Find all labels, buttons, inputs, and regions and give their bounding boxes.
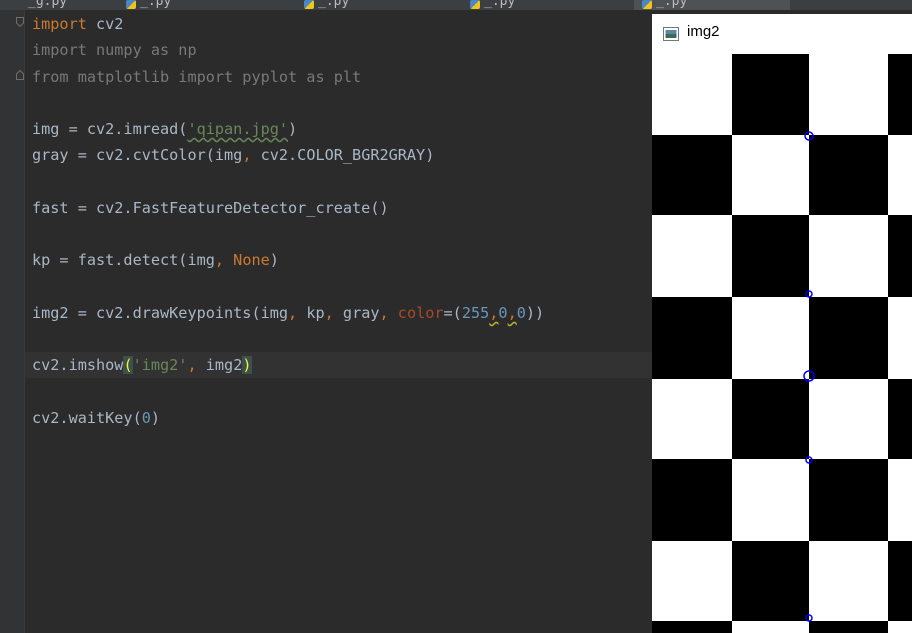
fold-close-icon[interactable] <box>16 70 24 80</box>
python-file-icon <box>642 0 652 9</box>
checkerboard-image <box>652 54 912 633</box>
fold-open-icon[interactable] <box>16 17 24 27</box>
board-square <box>888 54 912 135</box>
code-editor[interactable]: import cv2 import numpy as np from matpl… <box>25 10 652 633</box>
code-line-2: import numpy as np <box>32 41 197 59</box>
python-file-icon <box>470 0 480 9</box>
code-line-16: cv2.waitKey(0) <box>32 409 161 427</box>
board-square <box>732 215 809 297</box>
python-file-icon <box>126 0 136 9</box>
image-window-icon <box>663 26 679 41</box>
python-file-icon <box>304 0 314 9</box>
editor-tab-bar: _g.py _.py _.py _.py _.py <box>0 0 912 10</box>
code-line-12: img2 = cv2.drawKeypoints(img, kp, gray, … <box>32 304 545 322</box>
editor-tab-3[interactable]: _.py <box>304 0 349 10</box>
board-square <box>652 297 732 379</box>
code-line-14: cv2.imshow('img2', img2) <box>32 356 252 374</box>
board-square <box>732 379 809 459</box>
line-gutter <box>0 10 25 633</box>
code-line-8: fast = cv2.FastFeatureDetector_create() <box>32 199 389 217</box>
board-square <box>652 459 732 541</box>
board-square <box>888 541 912 621</box>
board-square <box>809 459 888 541</box>
tab-label: _.py <box>656 0 688 9</box>
editor-tab-4[interactable]: _.py <box>470 0 515 10</box>
code-line-10: kp = fast.detect(img, None) <box>32 251 279 269</box>
board-square <box>809 621 888 633</box>
board-square <box>732 541 809 621</box>
board-square <box>809 297 888 379</box>
board-square <box>809 135 888 215</box>
board-square <box>888 379 912 459</box>
tab-label: _g.py <box>28 0 68 9</box>
code-line-3: from matplotlib import pyplot as plt <box>32 68 362 86</box>
window-title-bar[interactable]: img2 <box>652 14 912 55</box>
editor-tab-5[interactable]: _.py <box>634 0 790 10</box>
board-square <box>888 215 912 297</box>
editor-tab-2[interactable]: _.py <box>126 0 171 10</box>
code-line-1: import cv2 <box>32 15 124 33</box>
board-square <box>652 621 732 633</box>
tab-label: _.py <box>140 0 172 9</box>
board-square <box>652 135 732 215</box>
code-line-5: img = cv2.imread('qipan.jpg') <box>32 120 298 138</box>
code-line-6: gray = cv2.cvtColor(img, cv2.COLOR_BGR2G… <box>32 146 435 164</box>
editor-tab-1[interactable]: _g.py <box>28 0 67 10</box>
opencv-image-window[interactable]: img2 <box>652 14 912 633</box>
window-title: img2 <box>687 23 720 40</box>
board-square <box>732 54 809 135</box>
tab-label: _.py <box>484 0 516 9</box>
tab-label: _.py <box>318 0 350 9</box>
